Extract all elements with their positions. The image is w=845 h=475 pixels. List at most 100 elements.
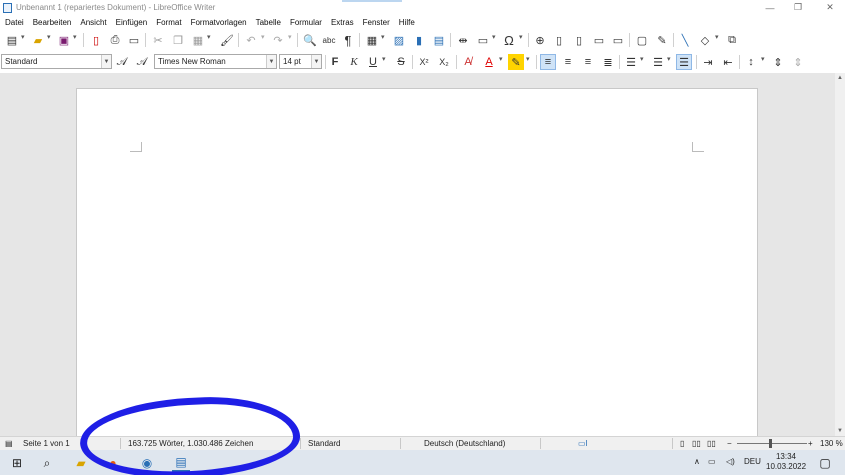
new-document-icon[interactable]: ▤ <box>4 32 20 48</box>
redo-dropdown-icon[interactable]: ▾ <box>288 33 292 41</box>
no-list-icon[interactable]: ☰ <box>676 54 692 70</box>
insert-field-icon[interactable]: ▭ <box>475 32 491 48</box>
chevron-down-icon[interactable]: ▼ <box>311 55 321 68</box>
system-clock[interactable]: 13:34 10.03.2022 <box>766 452 806 472</box>
save-icon[interactable]: ▣ <box>56 32 72 48</box>
volume-icon[interactable]: ◁) <box>726 457 735 466</box>
underline-button[interactable]: U <box>365 54 381 70</box>
insert-line-icon[interactable]: ╲ <box>677 32 693 48</box>
new-style-icon[interactable]: 𝒜 <box>134 54 150 70</box>
print-icon[interactable]: ⎙ <box>107 32 123 48</box>
bold-button[interactable]: F <box>327 54 343 70</box>
comment-icon[interactable]: ▢ <box>634 32 650 48</box>
justify-icon[interactable]: ≣ <box>600 54 616 70</box>
vertical-scrollbar[interactable]: ▲ ▼ <box>835 73 845 436</box>
highlight-dropdown-icon[interactable]: ▾ <box>526 55 530 63</box>
strikethrough-button[interactable]: S <box>393 54 409 70</box>
update-style-icon[interactable]: 𝒜 <box>114 54 130 70</box>
font-name-select[interactable]: Times New Roman ▼ <box>154 54 277 69</box>
menu-bearbeiten[interactable]: Bearbeiten <box>33 18 72 27</box>
numbered-dropdown-icon[interactable]: ▾ <box>667 55 671 63</box>
insert-textbox-icon[interactable]: ▤ <box>431 32 447 48</box>
minimize-button[interactable]: — <box>755 0 785 15</box>
undo-icon[interactable]: ↶ <box>243 32 259 48</box>
language[interactable]: Deutsch (Deutschland) <box>424 439 505 448</box>
font-color-button[interactable]: A <box>481 54 497 70</box>
font-size-select[interactable]: 14 pt ▼ <box>279 54 322 69</box>
copy-icon[interactable]: ❐ <box>170 32 186 48</box>
scroll-up-icon[interactable]: ▲ <box>835 73 845 83</box>
menu-einfuegen[interactable]: Einfügen <box>116 18 148 27</box>
menu-fenster[interactable]: Fenster <box>363 18 390 27</box>
draw-functions-icon[interactable]: ⧉ <box>724 32 740 48</box>
bullet-list-icon[interactable]: ☰ <box>623 54 639 70</box>
menu-tabelle[interactable]: Tabelle <box>256 18 281 27</box>
shapes-dropdown-icon[interactable]: ▾ <box>715 33 719 41</box>
subscript-button[interactable]: X₂ <box>436 54 452 70</box>
network-icon[interactable]: ▭ <box>708 457 716 466</box>
zoom-in-button[interactable]: + <box>808 439 813 448</box>
font-color-dropdown-icon[interactable]: ▾ <box>499 55 503 63</box>
footnote-icon[interactable]: ▯ <box>551 32 567 48</box>
tray-chevron-up-icon[interactable]: ∧ <box>694 457 700 466</box>
align-left-icon[interactable]: ≡ <box>540 54 556 70</box>
special-character-dropdown-icon[interactable]: ▾ <box>519 33 523 41</box>
menu-formular[interactable]: Formular <box>290 18 322 27</box>
increase-indent-icon[interactable]: ⇥ <box>700 54 716 70</box>
highlight-color-icon[interactable]: ✎ <box>508 54 524 70</box>
insert-table-icon[interactable]: ▦ <box>364 32 380 48</box>
superscript-button[interactable]: X² <box>416 54 432 70</box>
notifications-icon[interactable]: ▢ <box>816 454 834 472</box>
align-center-icon[interactable]: ≡ <box>560 54 576 70</box>
spellcheck-icon[interactable]: abc <box>321 32 337 48</box>
open-dropdown-icon[interactable]: ▾ <box>47 33 51 41</box>
menu-extras[interactable]: Extras <box>331 18 354 27</box>
redo-icon[interactable]: ↷ <box>270 32 286 48</box>
zoom-slider-track[interactable] <box>737 443 807 444</box>
insert-chart-icon[interactable]: ▮ <box>411 32 427 48</box>
menu-format[interactable]: Format <box>156 18 181 27</box>
open-folder-icon[interactable]: ▰ <box>30 32 46 48</box>
book-view-icon[interactable]: ▯▯ <box>707 439 716 448</box>
zoom-level[interactable]: 130 % <box>820 439 843 448</box>
page-style[interactable]: Standard <box>308 439 340 448</box>
line-spacing-icon[interactable]: ↕ <box>743 54 759 70</box>
search-icon[interactable]: ⌕ <box>38 454 56 472</box>
paragraph-spacing-increase-icon[interactable]: ⇕ <box>770 54 786 70</box>
paste-icon[interactable]: ▦ <box>190 32 206 48</box>
bookmark-icon[interactable]: ▭ <box>591 32 607 48</box>
clear-formatting-icon[interactable]: A̸ <box>460 54 476 70</box>
find-replace-icon[interactable]: 🔍 <box>302 32 318 48</box>
multi-page-view-icon[interactable]: ▯▯ <box>692 439 701 448</box>
menu-ansicht[interactable]: Ansicht <box>80 18 106 27</box>
italic-button[interactable]: K <box>346 54 362 70</box>
chevron-down-icon[interactable]: ▼ <box>101 55 111 68</box>
chevron-down-icon[interactable]: ▼ <box>266 55 276 68</box>
maximize-button[interactable]: ❐ <box>783 0 813 15</box>
special-character-icon[interactable]: Ω <box>501 32 517 48</box>
field-dropdown-icon[interactable]: ▾ <box>492 33 496 41</box>
undo-dropdown-icon[interactable]: ▾ <box>261 33 265 41</box>
close-button[interactable]: ✕ <box>815 0 845 15</box>
paragraph-spacing-decrease-icon[interactable]: ⇕ <box>790 54 806 70</box>
menu-datei[interactable]: Datei <box>5 18 24 27</box>
scroll-down-icon[interactable]: ▼ <box>835 426 845 436</box>
clone-formatting-icon[interactable]: 🖌 <box>219 32 235 48</box>
table-dropdown-icon[interactable]: ▾ <box>381 33 385 41</box>
page-break-icon[interactable]: ⇹ <box>455 32 471 48</box>
document-page[interactable] <box>76 88 758 448</box>
insert-mode-icon[interactable]: ▭I <box>578 439 588 448</box>
new-dropdown-icon[interactable]: ▾ <box>21 33 25 41</box>
basic-shapes-icon[interactable]: ◇ <box>697 32 713 48</box>
paste-dropdown-icon[interactable]: ▾ <box>207 33 211 41</box>
paragraph-style-select[interactable]: Standard ▼ <box>1 54 112 69</box>
insert-image-icon[interactable]: ▨ <box>391 32 407 48</box>
endnote-icon[interactable]: ▯ <box>571 32 587 48</box>
input-language[interactable]: DEU <box>744 457 761 466</box>
align-right-icon[interactable]: ≡ <box>580 54 596 70</box>
numbered-list-icon[interactable]: ☰ <box>650 54 666 70</box>
menu-formatvorlagen[interactable]: Formatvorlagen <box>191 18 247 27</box>
export-pdf-icon[interactable]: ▯ <box>88 32 104 48</box>
line-spacing-dropdown-icon[interactable]: ▾ <box>761 55 765 63</box>
menu-hilfe[interactable]: Hilfe <box>399 18 415 27</box>
